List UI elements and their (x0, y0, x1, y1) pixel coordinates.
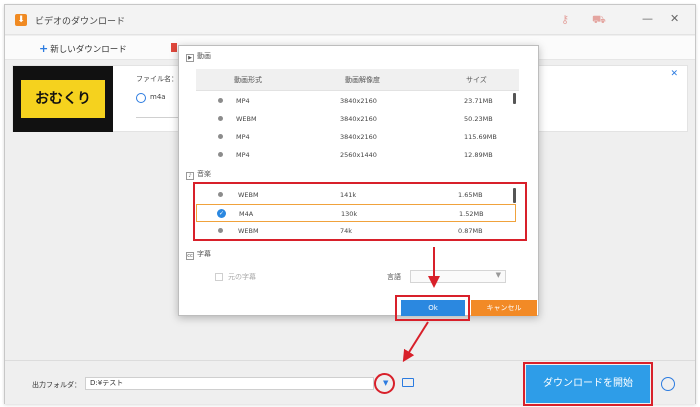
row-size: 50.23MB (464, 115, 493, 123)
row-size: 12.89MB (464, 151, 493, 159)
audio-row[interactable]: WEBM 141k 1.65MB (196, 186, 516, 204)
header-format: 動画形式 (234, 76, 262, 84)
title-bar: ⬇ ビデオのダウンロード ⚷ ⛟ — ✕ (5, 5, 695, 35)
radio-dot[interactable] (218, 134, 223, 139)
audio-section-title: ♪ 音楽 (186, 169, 211, 180)
format-icon (136, 93, 146, 103)
app-download-icon: ⬇ (15, 14, 27, 26)
language-select[interactable]: ▼ (410, 270, 506, 283)
row-format: WEBM (238, 227, 259, 235)
window-title: ビデオのダウンロード (35, 17, 126, 27)
new-download-button[interactable]: + 新しいダウンロード (39, 42, 127, 55)
radio-dot[interactable] (218, 116, 223, 121)
chevron-down-icon: ▼ (495, 271, 501, 279)
row-format: M4A (239, 210, 254, 218)
audio-row[interactable]: WEBM 74k 0.87MB (196, 222, 516, 240)
key-icon[interactable]: ⚷ (561, 13, 569, 26)
radio-dot[interactable] (218, 228, 223, 233)
video-row[interactable]: MP4 2560x1440 12.89MB (196, 146, 516, 164)
subtitle-section-label: 字幕 (197, 250, 211, 258)
row-size: 1.65MB (458, 191, 483, 199)
video-section-label: 動画 (197, 52, 211, 60)
radio-dot[interactable] (218, 98, 223, 103)
close-button[interactable]: ✕ (670, 12, 679, 25)
row-size: 1.52MB (459, 210, 484, 218)
row-bitrate: 130k (341, 210, 358, 218)
radio-dot[interactable] (218, 152, 223, 157)
video-thumbnail: おむくり (13, 66, 113, 132)
check-icon[interactable]: ✓ (217, 209, 226, 218)
new-download-label: 新しいダウンロード (50, 45, 127, 55)
plus-icon: + (39, 42, 49, 55)
row-resolution: 2560x1440 (340, 151, 377, 159)
row-resolution: 3840x2160 (340, 133, 377, 141)
format-select-dialog: ▶ 動画 動画形式 動画解像度 サイズ MP4 3840x2160 23.71MB WE… (178, 45, 539, 321)
cancel-button[interactable]: キャンセル (471, 300, 537, 316)
alarm-clock-icon[interactable] (661, 377, 675, 391)
row-size: 115.69MB (464, 133, 497, 141)
audio-section-label: 音楽 (197, 170, 211, 178)
row-bitrate: 74k (340, 227, 353, 235)
ok-button[interactable]: Ok (401, 300, 465, 316)
subtitle-section-title: cc 字幕 (186, 249, 211, 260)
row-resolution: 3840x2160 (340, 97, 377, 105)
video-row[interactable]: WEBM 3840x2160 50.23MB (196, 110, 516, 128)
minimize-button[interactable]: — (642, 12, 653, 25)
output-folder-input[interactable]: D:¥テスト (85, 377, 374, 390)
audio-row[interactable]: ✓ M4A 130k 1.52MB (196, 204, 516, 222)
thumbnail-text: おむくり (21, 80, 105, 118)
music-icon: ♪ (186, 172, 194, 180)
header-size: サイズ (466, 76, 487, 84)
output-folder-label: 出力フォルダ： (32, 381, 81, 389)
row-format: WEBM (238, 191, 259, 199)
video-table-header: 動画形式 動画解像度 サイズ (196, 69, 519, 91)
folder-icon[interactable] (402, 378, 414, 387)
row-size: 23.71MB (464, 97, 493, 105)
language-label: 言語 (387, 273, 401, 281)
bottom-bar: 出力フォルダ： D:¥テスト ▼ ダウンロードを開始 (5, 360, 695, 406)
chevron-down-icon[interactable]: ▼ (383, 380, 392, 387)
header-resolution: 動画解像度 (345, 76, 380, 84)
row-resolution: 3840x2160 (340, 115, 377, 123)
original-subtitle-checkbox[interactable] (215, 273, 223, 281)
start-download-button[interactable]: ダウンロードを開始 (526, 365, 650, 403)
row-format: MP4 (236, 97, 250, 105)
video-row[interactable]: MP4 3840x2160 115.69MB (196, 128, 516, 146)
row-format: MP4 (236, 151, 250, 159)
radio-dot[interactable] (218, 192, 223, 197)
row-format: WEBM (236, 115, 257, 123)
row-bitrate: 141k (340, 191, 357, 199)
cart-icon[interactable]: ⛟ (592, 13, 606, 28)
row-size: 0.87MB (458, 227, 483, 235)
delete-icon[interactable] (171, 43, 177, 52)
video-section-title: ▶ 動画 (186, 51, 211, 62)
original-subtitle-label: 元の字幕 (228, 273, 256, 281)
cc-icon: cc (186, 252, 194, 260)
card-close-icon[interactable]: ✕ (670, 69, 678, 79)
row-format: MP4 (236, 133, 250, 141)
file-name-label: ファイル名：【 (136, 75, 182, 83)
video-icon: ▶ (186, 54, 194, 62)
format-text: m4a (150, 93, 166, 101)
video-row[interactable]: MP4 3840x2160 23.71MB (196, 92, 516, 110)
